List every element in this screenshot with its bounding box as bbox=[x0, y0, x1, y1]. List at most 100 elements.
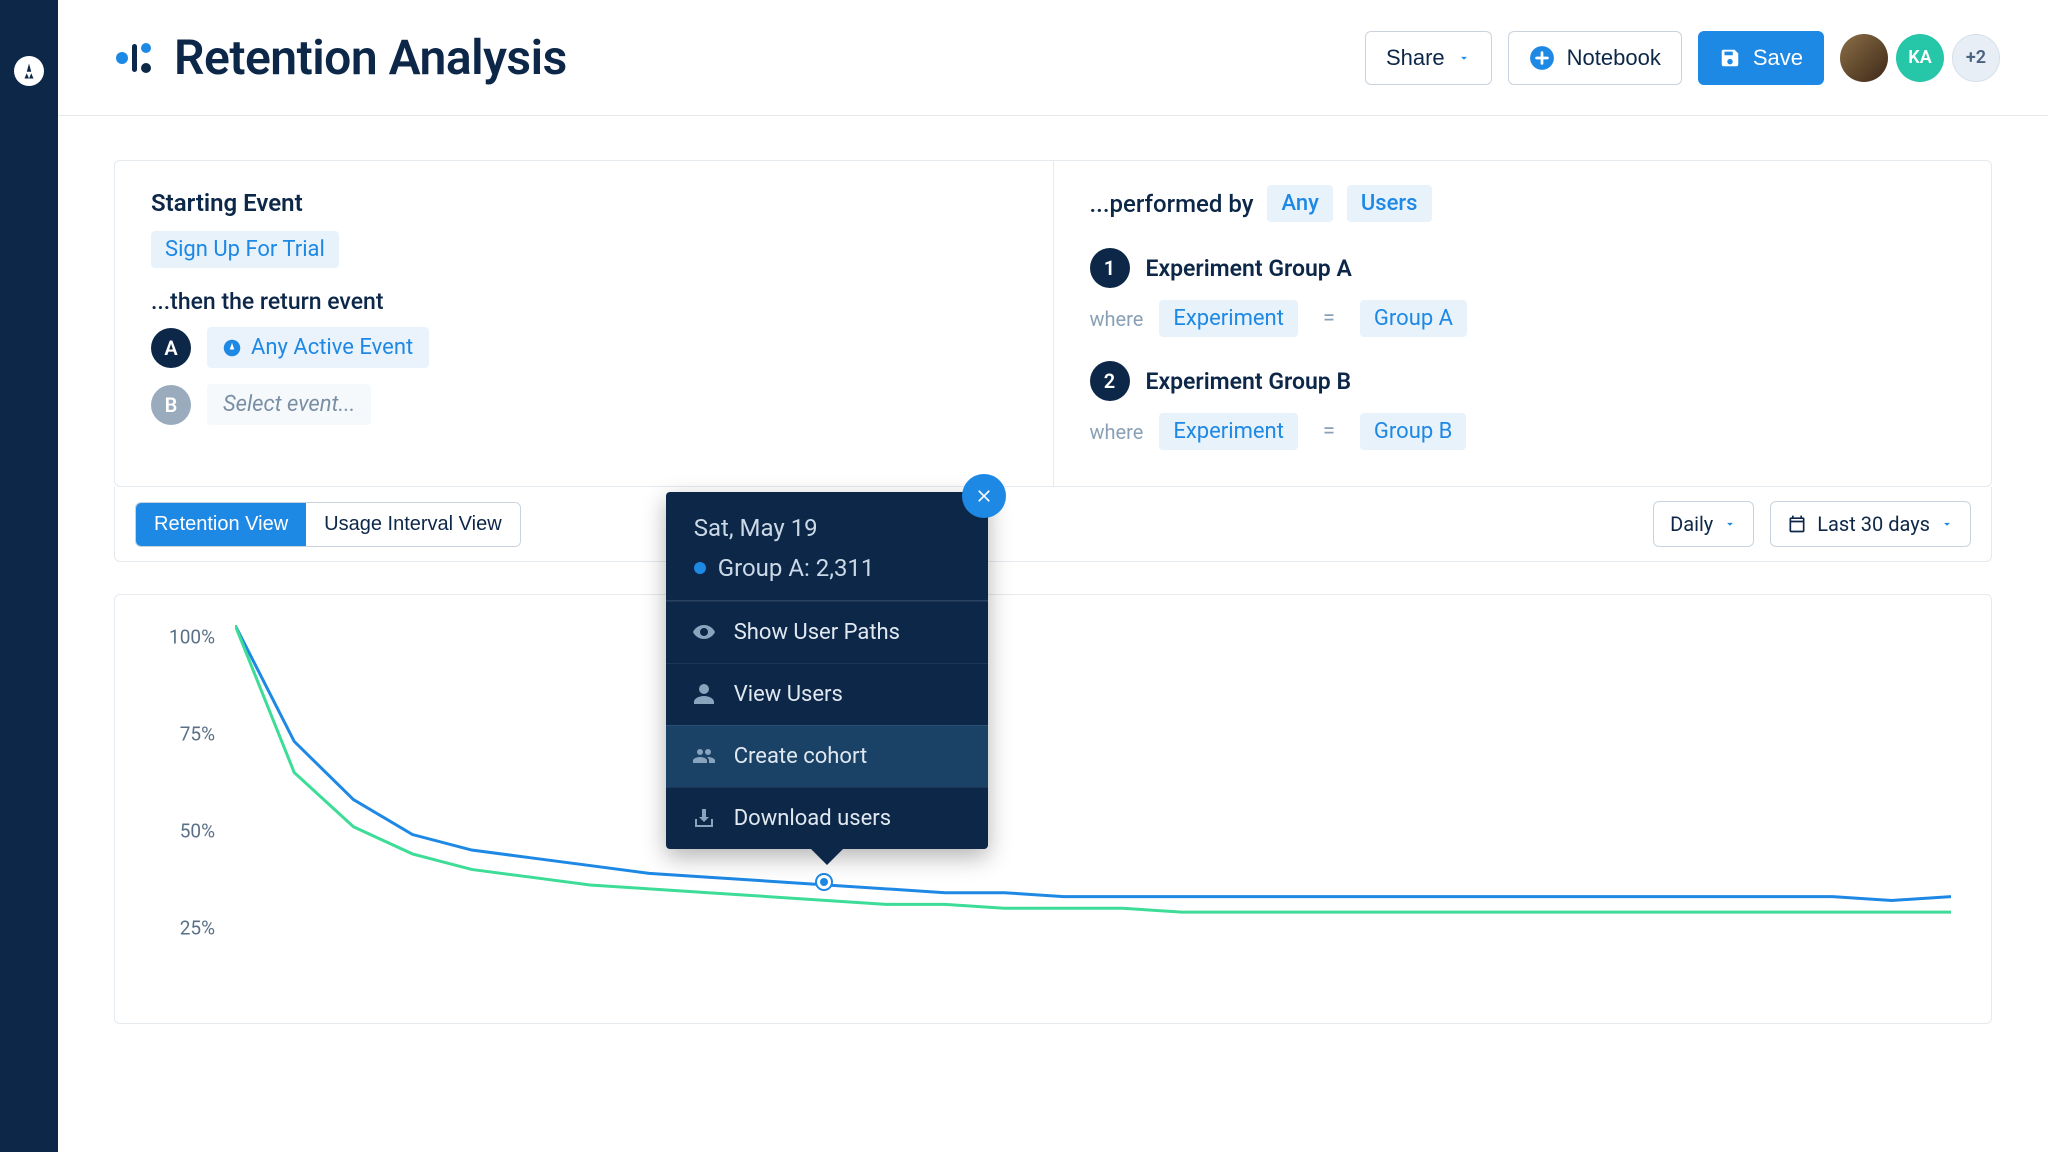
group-1-value-pill[interactable]: Group A bbox=[1360, 300, 1467, 337]
tooltip-series-value: Group A: 2,311 bbox=[718, 554, 875, 582]
page-header: Retention Analysis Share Notebook Save K… bbox=[58, 0, 2048, 116]
create-cohort-label: Create cohort bbox=[734, 744, 867, 769]
chart-controls: Daily Last 30 days bbox=[1653, 501, 1971, 547]
page-title: Retention Analysis bbox=[174, 29, 567, 86]
avatar-more-button[interactable]: +2 bbox=[1952, 34, 2000, 82]
notebook-button[interactable]: Notebook bbox=[1508, 31, 1682, 85]
group-2-badge: 2 bbox=[1090, 361, 1130, 401]
download-users-item[interactable]: Download users bbox=[666, 787, 988, 849]
group-1-row: 1 Experiment Group A bbox=[1090, 248, 1956, 288]
main-area: Retention Analysis Share Notebook Save K… bbox=[58, 0, 2048, 1152]
amplitude-event-icon bbox=[223, 339, 241, 357]
badge-a: A bbox=[151, 328, 191, 368]
granularity-select[interactable]: Daily bbox=[1653, 501, 1754, 547]
badge-b: B bbox=[151, 385, 191, 425]
starting-event-label: Starting Event bbox=[151, 189, 1017, 217]
users-group-icon bbox=[692, 744, 716, 768]
view-users-label: View Users bbox=[734, 682, 843, 707]
close-icon bbox=[974, 486, 994, 506]
title-wrap: Retention Analysis bbox=[114, 29, 567, 86]
avatar-user-2[interactable]: KA bbox=[1896, 34, 1944, 82]
group-2-value-pill[interactable]: Group B bbox=[1360, 413, 1466, 450]
chart-tooltip-popover: Sat, May 19 Group A: 2,311 Show User Pat… bbox=[666, 492, 988, 849]
tooltip-value-row: Group A: 2,311 bbox=[694, 554, 960, 582]
return-event-label: ...then the return event bbox=[151, 288, 1017, 315]
chevron-down-icon bbox=[1457, 51, 1471, 65]
y-tick-25: 25% bbox=[180, 916, 215, 939]
y-tick-100: 100% bbox=[169, 625, 215, 648]
group-1-where: where Experiment = Group A bbox=[1090, 300, 1956, 337]
return-event-b-row: B Select event... bbox=[151, 384, 1017, 425]
view-users-item[interactable]: View Users bbox=[666, 663, 988, 725]
show-user-paths-item[interactable]: Show User Paths bbox=[666, 601, 988, 663]
download-users-label: Download users bbox=[734, 806, 891, 831]
chart-svg bbox=[235, 625, 1951, 1013]
group-1-badge: 1 bbox=[1090, 248, 1130, 288]
view-toggle: Retention View Usage Interval View bbox=[135, 502, 521, 547]
save-icon bbox=[1719, 47, 1741, 69]
return-event-a-pill[interactable]: Any Active Event bbox=[207, 327, 429, 368]
notebook-label: Notebook bbox=[1567, 45, 1661, 71]
hover-point-icon bbox=[817, 875, 831, 889]
where-label-1: where bbox=[1090, 307, 1144, 331]
tooltip-arrow-icon bbox=[811, 849, 843, 865]
eye-icon bbox=[692, 620, 716, 644]
series-color-dot-icon bbox=[694, 562, 706, 574]
save-label: Save bbox=[1753, 45, 1803, 71]
retention-chart: 100% 75% 50% 25% bbox=[114, 594, 1992, 1024]
show-user-paths-label: Show User Paths bbox=[734, 620, 900, 645]
save-button[interactable]: Save bbox=[1698, 31, 1824, 85]
users-pill[interactable]: Users bbox=[1347, 185, 1432, 222]
eq-1: = bbox=[1314, 306, 1344, 331]
download-icon bbox=[692, 806, 716, 830]
return-event-a-label: Any Active Event bbox=[251, 335, 413, 360]
view-toolbar: Retention View Usage Interval View Daily… bbox=[114, 487, 1992, 562]
tooltip-date: Sat, May 19 bbox=[694, 514, 960, 542]
starting-event-pill[interactable]: Sign Up For Trial bbox=[151, 231, 339, 268]
any-pill[interactable]: Any bbox=[1267, 185, 1332, 222]
group-2-where: where Experiment = Group B bbox=[1090, 413, 1956, 450]
share-label: Share bbox=[1386, 45, 1445, 71]
group-1-prop-pill[interactable]: Experiment bbox=[1159, 300, 1298, 337]
plot-area[interactable] bbox=[235, 625, 1951, 1013]
content: Starting Event Sign Up For Trial ...then… bbox=[58, 116, 2048, 1152]
where-label-2: where bbox=[1090, 420, 1144, 444]
avatar-user-1[interactable] bbox=[1840, 34, 1888, 82]
tooltip-header: Sat, May 19 Group A: 2,311 bbox=[666, 492, 988, 600]
chart-area: 100% 75% 50% 25% bbox=[155, 625, 1951, 1013]
config-card: Starting Event Sign Up For Trial ...then… bbox=[114, 160, 1992, 487]
header-actions: Share Notebook Save KA +2 bbox=[1365, 31, 2000, 85]
return-event-b-placeholder[interactable]: Select event... bbox=[207, 384, 371, 425]
y-axis: 100% 75% 50% 25% bbox=[155, 625, 225, 1013]
tooltip-menu: Show User Paths View Users Create cohort… bbox=[666, 600, 988, 849]
share-button[interactable]: Share bbox=[1365, 31, 1492, 85]
chevron-down-icon bbox=[1723, 517, 1737, 531]
performed-by-row: ...performed by Any Users bbox=[1090, 185, 1956, 222]
date-range-value: Last 30 days bbox=[1817, 512, 1930, 536]
y-tick-50: 50% bbox=[180, 819, 215, 842]
retention-view-tab[interactable]: Retention View bbox=[136, 503, 306, 546]
usage-interval-view-tab[interactable]: Usage Interval View bbox=[306, 503, 520, 546]
product-logo-icon bbox=[14, 56, 44, 86]
plus-circle-icon bbox=[1529, 45, 1555, 71]
left-nav-rail bbox=[0, 0, 58, 1152]
close-button[interactable] bbox=[962, 474, 1006, 518]
group-2-prop-pill[interactable]: Experiment bbox=[1159, 413, 1298, 450]
eq-2: = bbox=[1314, 419, 1344, 444]
date-range-select[interactable]: Last 30 days bbox=[1770, 501, 1971, 547]
performed-by-label: ...performed by bbox=[1090, 190, 1254, 218]
config-right-panel: ...performed by Any Users 1 Experiment G… bbox=[1054, 161, 1992, 486]
config-left-panel: Starting Event Sign Up For Trial ...then… bbox=[115, 161, 1054, 486]
granularity-value: Daily bbox=[1670, 512, 1713, 536]
group-1-name: Experiment Group A bbox=[1146, 255, 1352, 282]
analysis-type-icon bbox=[114, 38, 154, 78]
return-event-a-row: A Any Active Event bbox=[151, 327, 1017, 368]
y-tick-75: 75% bbox=[180, 722, 215, 745]
user-icon bbox=[692, 682, 716, 706]
calendar-icon bbox=[1787, 514, 1807, 534]
create-cohort-item[interactable]: Create cohort bbox=[666, 725, 988, 787]
chevron-down-icon bbox=[1940, 517, 1954, 531]
group-2-name: Experiment Group B bbox=[1146, 368, 1352, 395]
collaborators: KA +2 bbox=[1840, 34, 2000, 82]
group-2-row: 2 Experiment Group B bbox=[1090, 361, 1956, 401]
